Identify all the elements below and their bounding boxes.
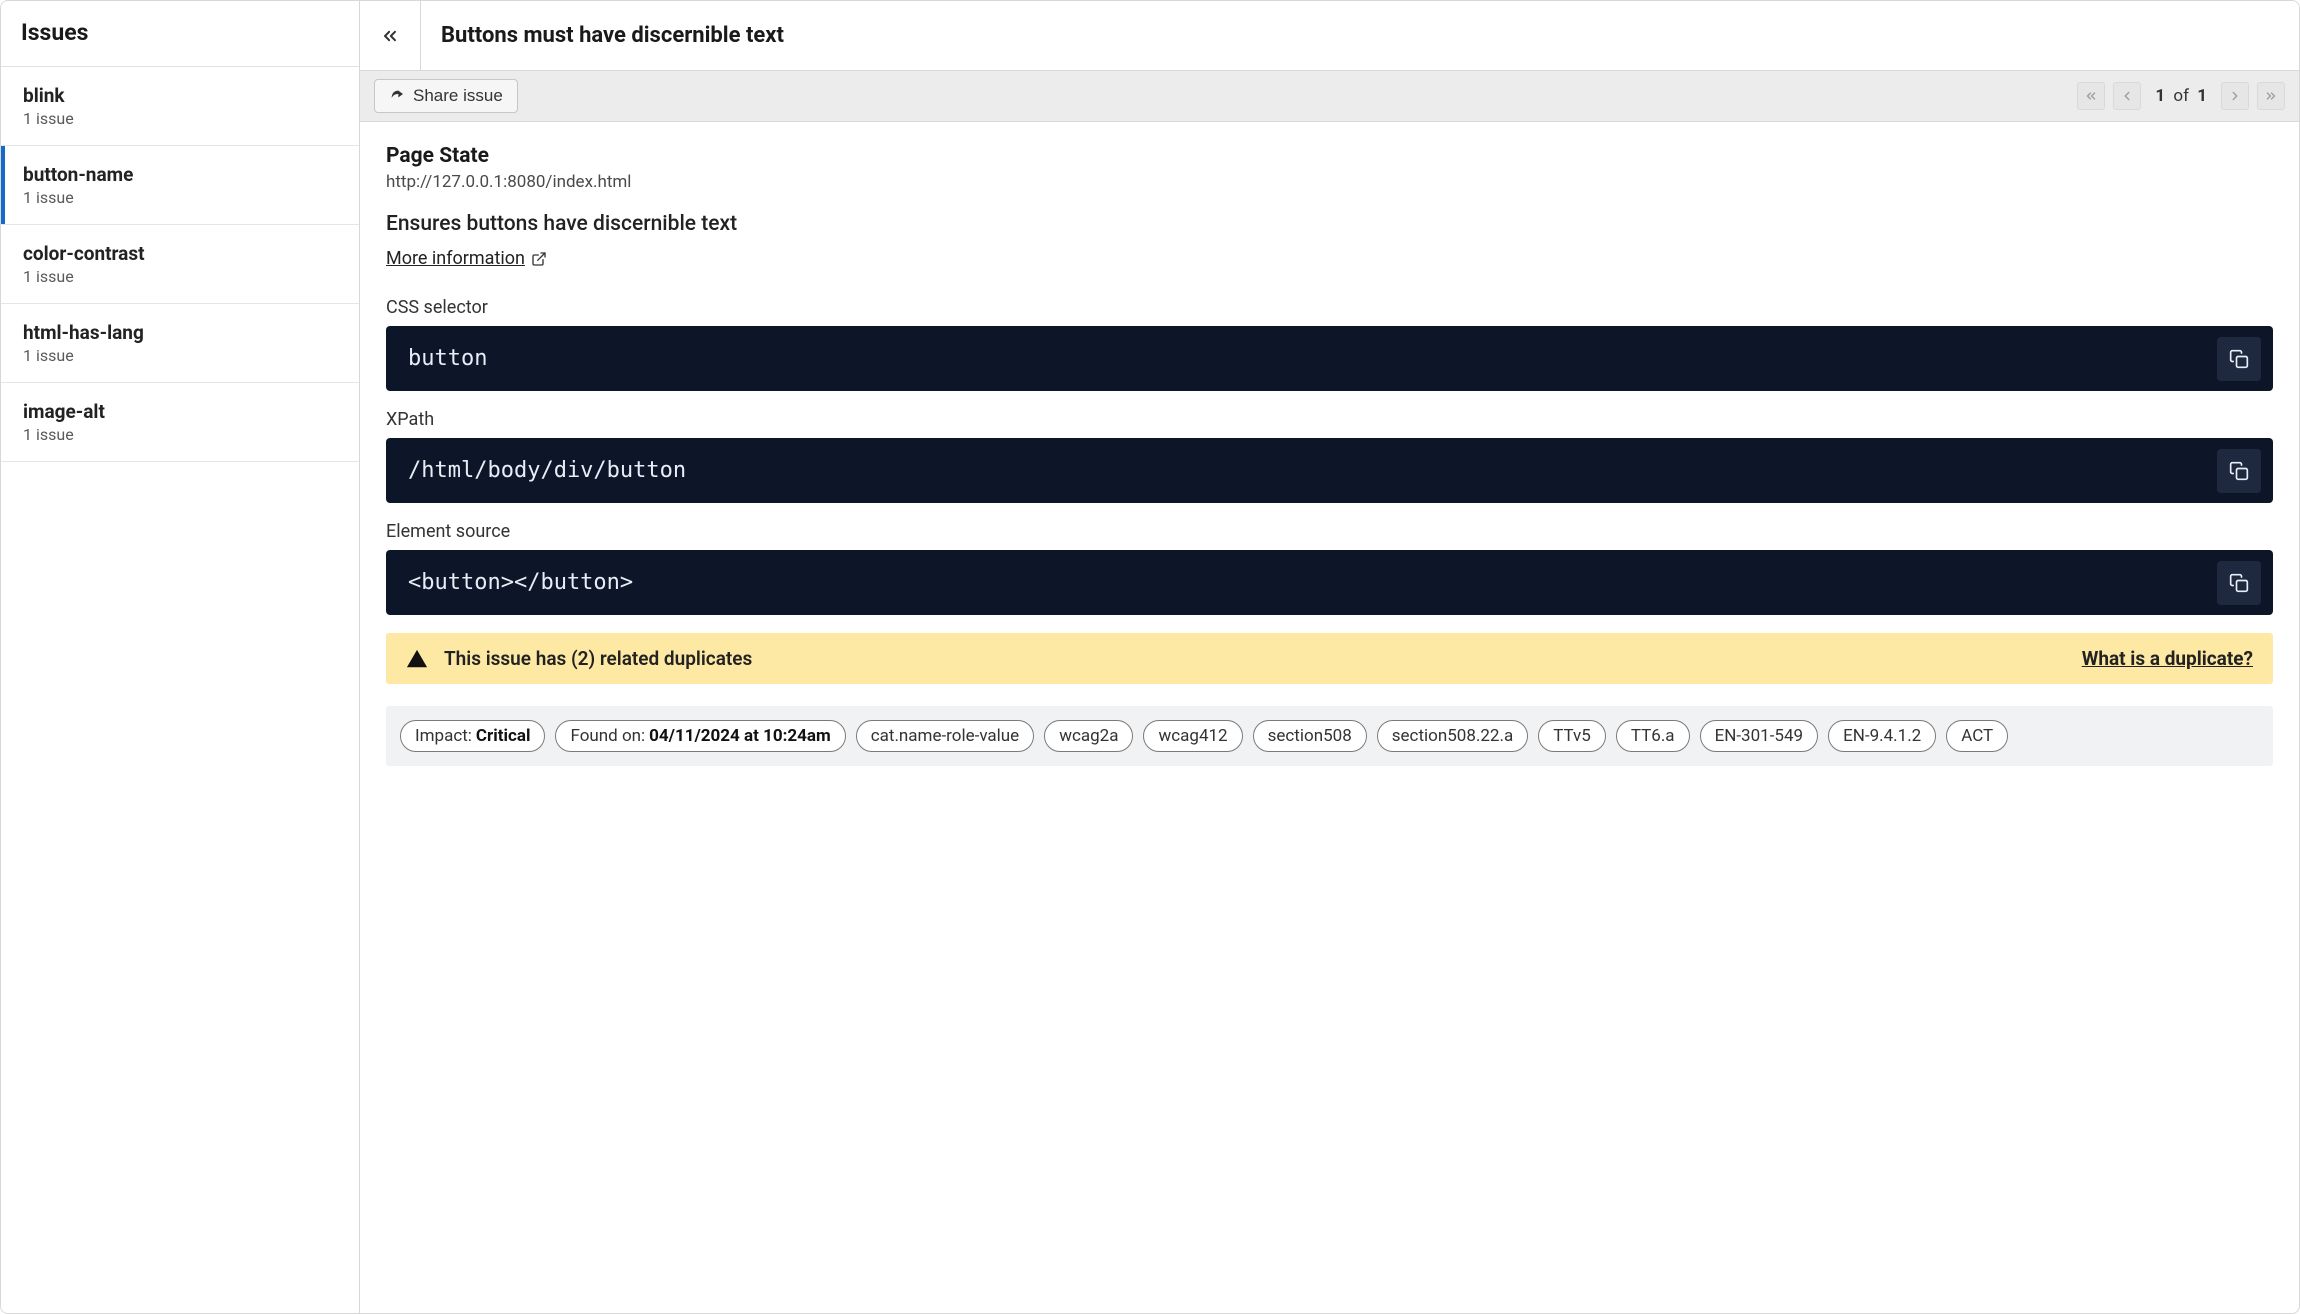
issue-count: 1 issue [23, 188, 337, 207]
issue-name: color-contrast [23, 242, 337, 265]
pager-current: 1 [2155, 86, 2165, 106]
app-root: Issues blink 1 issue button-name 1 issue… [0, 0, 2300, 1314]
content: Page State http://127.0.0.1:8080/index.h… [360, 122, 2299, 1313]
impact-tag: Impact: Critical [400, 720, 545, 752]
pager-first-button[interactable] [2077, 82, 2105, 110]
page-state-heading: Page State [386, 144, 2273, 168]
issue-count: 1 issue [23, 109, 337, 128]
page-state-url: http://127.0.0.1:8080/index.html [386, 172, 2273, 192]
tag-pill: wcag412 [1143, 720, 1242, 752]
issue-list: blink 1 issue button-name 1 issue color-… [1, 67, 359, 462]
issue-row-color-contrast[interactable]: color-contrast 1 issue [1, 225, 359, 304]
found-on-value: 04/11/2024 at 10:24am [649, 726, 831, 746]
pager-prev-button[interactable] [2113, 82, 2141, 110]
element-source-value: <button></button> [408, 570, 633, 595]
impact-value: Critical [476, 726, 531, 746]
issue-name: button-name [23, 163, 337, 186]
copy-css-button[interactable] [2217, 337, 2261, 381]
css-selector-code: button [386, 326, 2273, 391]
copy-icon [2229, 349, 2249, 369]
pager: 1 of 1 [2077, 82, 2285, 110]
copy-icon [2229, 573, 2249, 593]
pager-text: 1 of 1 [2149, 86, 2213, 106]
chevron-double-left-icon [380, 26, 400, 46]
more-information-link[interactable]: More information [386, 248, 547, 269]
tag-pill: section508.22.a [1377, 720, 1528, 752]
tag-pill: TT6.a [1616, 720, 1690, 752]
issue-name: blink [23, 84, 337, 107]
chevron-left-icon [2120, 89, 2134, 103]
pager-next-button[interactable] [2221, 82, 2249, 110]
sidebar: Issues blink 1 issue button-name 1 issue… [1, 1, 360, 1313]
issue-row-button-name[interactable]: button-name 1 issue [1, 146, 359, 225]
found-on-label: Found on: [570, 726, 645, 746]
tag-pill: EN-301-549 [1700, 720, 1819, 752]
copy-icon [2229, 461, 2249, 481]
duplicate-banner: This issue has (2) related duplicates Wh… [386, 633, 2273, 684]
issue-row-image-alt[interactable]: image-alt 1 issue [1, 383, 359, 462]
issue-count: 1 issue [23, 346, 337, 365]
more-info-label: More information [386, 248, 525, 269]
found-on-tag: Found on: 04/11/2024 at 10:24am [555, 720, 845, 752]
impact-label: Impact: [415, 726, 472, 746]
pager-last-button[interactable] [2257, 82, 2285, 110]
xpath-label: XPath [386, 409, 2273, 430]
tag-pill: EN-9.4.1.2 [1828, 720, 1936, 752]
issue-row-blink[interactable]: blink 1 issue [1, 67, 359, 146]
tag-pill: cat.name-role-value [856, 720, 1034, 752]
copy-xpath-button[interactable] [2217, 449, 2261, 493]
pager-of: of [2173, 86, 2189, 106]
tag-pill: wcag2a [1044, 720, 1133, 752]
share-label: Share issue [413, 86, 503, 106]
element-source-code: <button></button> [386, 550, 2273, 615]
titlebar: Buttons must have discernible text [360, 1, 2299, 71]
xpath-code: /html/body/div/button [386, 438, 2273, 503]
issue-name: image-alt [23, 400, 337, 423]
share-issue-button[interactable]: Share issue [374, 79, 518, 113]
xpath-value: /html/body/div/button [408, 458, 686, 483]
external-link-icon [531, 251, 547, 267]
css-selector-label: CSS selector [386, 297, 2273, 318]
pager-total: 1 [2197, 86, 2207, 106]
page-title: Buttons must have discernible text [441, 23, 784, 48]
tag-pill: TTv5 [1538, 720, 1606, 752]
page-title-cell: Buttons must have discernible text [421, 1, 804, 70]
issue-description: Ensures buttons have discernible text [386, 212, 2273, 236]
back-button[interactable] [360, 1, 421, 70]
tag-pill: section508 [1253, 720, 1367, 752]
chevron-double-right-icon [2264, 89, 2278, 103]
tag-pill: ACT [1946, 720, 2008, 752]
duplicate-help-link[interactable]: What is a duplicate? [2082, 647, 2253, 670]
duplicate-message: This issue has (2) related duplicates [444, 647, 752, 670]
css-selector-value: button [408, 346, 487, 371]
main: Buttons must have discernible text Share… [360, 1, 2299, 1313]
duplicate-banner-left: This issue has (2) related duplicates [406, 647, 752, 670]
tags-area: Impact: Critical Found on: 04/11/2024 at… [386, 706, 2273, 766]
issue-count: 1 issue [23, 425, 337, 444]
toolbar: Share issue 1 of 1 [360, 71, 2299, 122]
issue-row-html-has-lang[interactable]: html-has-lang 1 issue [1, 304, 359, 383]
warning-icon [406, 648, 428, 670]
sidebar-title: Issues [21, 19, 339, 46]
sidebar-header: Issues [1, 1, 359, 67]
chevron-double-left-icon [2084, 89, 2098, 103]
issue-name: html-has-lang [23, 321, 337, 344]
share-icon [389, 88, 405, 104]
copy-source-button[interactable] [2217, 561, 2261, 605]
issue-count: 1 issue [23, 267, 337, 286]
element-source-label: Element source [386, 521, 2273, 542]
chevron-right-icon [2228, 89, 2242, 103]
